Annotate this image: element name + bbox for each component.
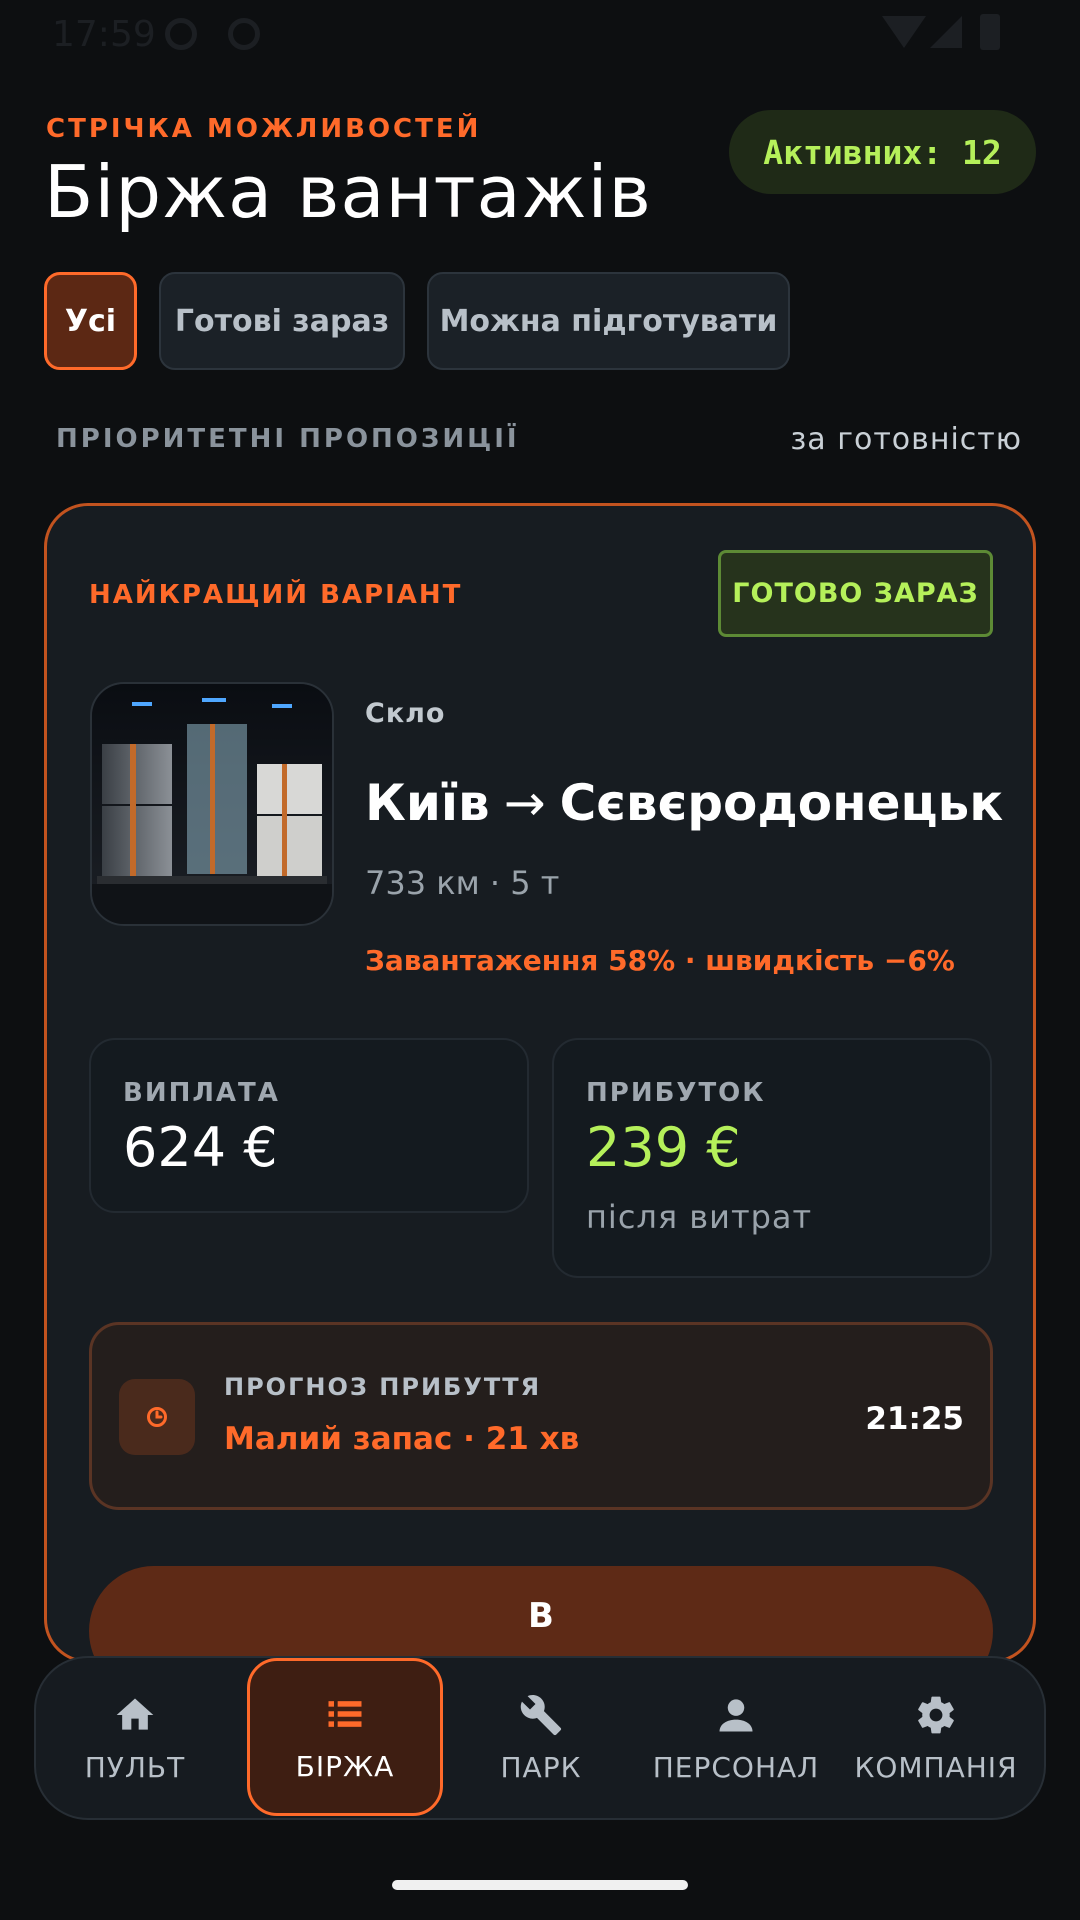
home-icon [116,1698,154,1730]
gear-icon [918,1696,954,1733]
bottom-nav: ПУЛЬТ БІРЖА ПАРК ПЕРСОНАЛ КОМПАНІЯ [34,1656,1046,1820]
nav-label: ПУЛЬТ [84,1750,186,1784]
nav-item-dashboard[interactable]: ПУЛЬТ [50,1658,220,1818]
signal-icon [930,16,962,48]
take-offer-button[interactable]: В [89,1566,993,1660]
nav-item-exchange[interactable]: БІРЖА [247,1658,443,1816]
eta-status: Малий запас · 21 хв [224,1421,580,1457]
page-title: Біржа вантажів [44,150,652,234]
load-speed-info: Завантаження 58% · швидкість −6% [365,944,955,977]
route-arrow-icon: → [503,774,546,832]
active-count-badge[interactable]: Активних: 12 [729,110,1036,194]
offer-card[interactable]: НАЙКРАЩИЙ ВАРІАНТ ГОТОВО ЗАРАЗ Скло Київ… [44,503,1036,1663]
status-time: 17:59 [52,14,156,55]
cargo-image [90,682,334,926]
profit-value: 239 € [586,1116,741,1179]
nav-label: КОМПАНІЯ [854,1750,1018,1784]
nav-item-staff[interactable]: ПЕРСОНАЛ [636,1658,836,1818]
sort-selector[interactable]: за готовністю [790,422,1022,457]
nav-label: ПЕРСОНАЛ [652,1750,820,1784]
eta-forecast: ПРОГНОЗ ПРИБУТТЯ Малий запас · 21 хв 21:… [89,1322,993,1510]
home-indicator[interactable] [392,1880,688,1890]
wifi-icon [882,16,926,48]
list-icon [328,1700,362,1727]
best-offer-tag: НАЙКРАЩИЙ ВАРІАНТ [89,580,463,610]
nav-label: ПАРК [500,1750,582,1784]
filter-ready-now[interactable]: Готові зараз [159,272,405,370]
nav-label: БІРЖА [295,1749,395,1783]
status-bar: 17:59 [0,0,1080,70]
cargo-type: Скло [365,698,446,729]
nav-item-fleet[interactable]: ПАРК [456,1658,626,1818]
route-destination: Сєвєродонецьк [559,774,1004,832]
route-origin: Київ [365,774,490,832]
route-distance-weight: 733 км · 5 т [365,864,560,902]
wrench-icon [520,1694,562,1735]
eta-label: ПРОГНОЗ ПРИБУТТЯ [224,1373,542,1401]
battery-icon [980,14,1000,50]
payout-label: ВИПЛАТА [123,1078,280,1108]
ready-now-badge: ГОТОВО ЗАРАЗ [718,550,993,637]
sync-icon [228,18,260,50]
notification-icon [165,18,197,50]
payout-box: ВИПЛАТА 624 € [89,1038,529,1213]
profit-box: ПРИБУТОК 239 € після витрат [552,1038,992,1278]
profit-note: після витрат [586,1198,813,1236]
payout-value: 624 € [123,1116,278,1179]
clock-icon [119,1379,195,1455]
eta-time: 21:25 [865,1401,964,1437]
profit-label: ПРИБУТОК [586,1078,766,1108]
nav-item-company[interactable]: КОМПАНІЯ [836,1658,1036,1818]
screen: 17:59 СТРІЧКА МОЖЛИВОСТЕЙ Біржа вантажів… [0,0,1080,1920]
person-icon [719,1698,753,1731]
page-eyebrow: СТРІЧКА МОЖЛИВОСТЕЙ [46,114,482,144]
warehouse-cargo-illustration [92,684,332,924]
filter-all[interactable]: Усі [44,272,137,370]
route: Київ → Сєвєродонецьк [365,774,1003,832]
section-label: ПРІОРИТЕТНІ ПРОПОЗИЦІЇ [56,424,520,454]
filter-can-prepare[interactable]: Можна підготувати [427,272,790,370]
